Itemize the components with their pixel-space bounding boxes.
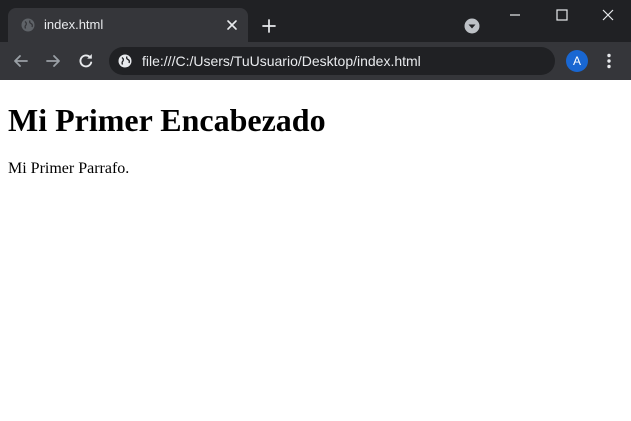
tab-active[interactable]: index.html — [8, 8, 248, 42]
page-heading: Mi Primer Encabezado — [8, 102, 326, 138]
minimize-icon[interactable] — [508, 8, 522, 22]
new-tab-plus-icon[interactable] — [260, 17, 278, 35]
globe-icon[interactable] — [118, 54, 132, 68]
close-icon[interactable] — [601, 8, 615, 22]
forward-arrow-icon[interactable] — [43, 51, 63, 71]
maximize-icon[interactable] — [555, 8, 569, 22]
tab-strip: index.html — [0, 0, 631, 42]
profile-avatar[interactable]: A — [566, 50, 588, 72]
page-paragraph: Mi Primer Parrafo. — [8, 160, 130, 177]
url-text[interactable]: file:///C:/Users/TuUsuario/Desktop/index… — [142, 53, 421, 69]
toolbar: file:///C:/Users/TuUsuario/Desktop/index… — [0, 42, 631, 80]
address-bar[interactable]: file:///C:/Users/TuUsuario/Desktop/index… — [109, 47, 555, 75]
globe-icon — [21, 18, 35, 32]
back-arrow-icon[interactable] — [11, 51, 31, 71]
more-vertical-icon[interactable] — [600, 52, 618, 70]
reload-icon[interactable] — [76, 51, 96, 71]
tab-title: index.html — [44, 17, 104, 32]
browser-window: index.html file:///C:/Users/TuUsuario/De… — [0, 0, 631, 421]
tab-close-icon[interactable] — [224, 17, 240, 33]
page-content: Mi Primer Encabezado Mi Primer Parrafo. — [0, 80, 631, 421]
tab-search-chevron-icon[interactable] — [464, 18, 480, 34]
